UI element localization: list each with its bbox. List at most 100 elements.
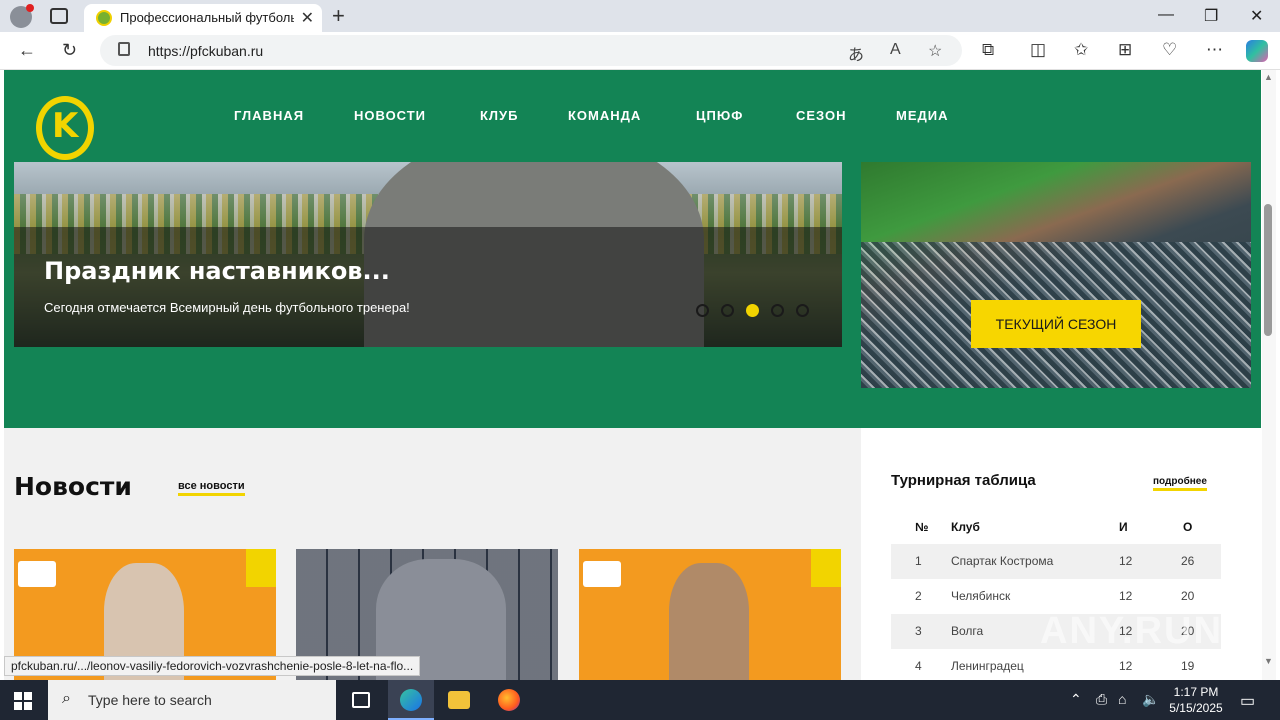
task-view-button[interactable] bbox=[338, 680, 384, 720]
row-club: Челябинск bbox=[951, 589, 1011, 603]
taskbar-firefox[interactable] bbox=[486, 680, 532, 720]
slide-subtitle: Сегодня отмечается Всемирный день футбол… bbox=[44, 300, 410, 315]
taskbar-file-explorer[interactable] bbox=[436, 680, 482, 720]
new-tab-button[interactable]: + bbox=[332, 3, 345, 29]
maximize-button[interactable]: ❐ bbox=[1204, 6, 1218, 26]
col-points: О bbox=[1183, 520, 1193, 534]
favicon-icon bbox=[96, 10, 112, 26]
row-club: Ленинградец bbox=[951, 659, 1024, 673]
col-rank: № bbox=[915, 520, 929, 534]
slide-headline[interactable]: Праздник наставников... bbox=[44, 257, 390, 285]
volume-icon[interactable]: 🔈 bbox=[1142, 691, 1159, 708]
standings-title: Турнирная таблица bbox=[891, 472, 1036, 489]
all-news-link[interactable]: все новости bbox=[178, 480, 245, 496]
table-row[interactable]: 2 Челябинск 12 20 bbox=[891, 579, 1221, 614]
address-bar[interactable]: https://pfckuban.ru あ A ☆ bbox=[100, 35, 962, 66]
row-rank: 2 bbox=[915, 589, 922, 603]
refresh-icon[interactable]: ↻ bbox=[62, 40, 77, 61]
notifications-icon[interactable]: ▭ bbox=[1240, 691, 1255, 711]
slider-dot-5[interactable] bbox=[796, 304, 809, 317]
windows-start-icon[interactable] bbox=[14, 692, 32, 710]
row-rank: 1 bbox=[915, 554, 922, 568]
windows-taskbar: ⌕ Type here to search ⌃ ⎙ ⌂ 🔈 1:17 PM 5/… bbox=[0, 680, 1280, 720]
season-banner[interactable]: ТЕКУЩИЙ СЕЗОН bbox=[861, 162, 1251, 388]
read-aloud-icon[interactable]: A bbox=[890, 41, 901, 59]
clock-date: 5/15/2025 bbox=[1169, 701, 1223, 715]
nav-news[interactable]: НОВОСТИ bbox=[354, 108, 426, 123]
news-card-3[interactable] bbox=[579, 549, 841, 680]
slider-dot-2[interactable] bbox=[721, 304, 734, 317]
scroll-down-icon[interactable]: ▼ bbox=[1264, 656, 1273, 666]
translate-icon[interactable]: あ bbox=[848, 41, 864, 65]
tab-close-icon[interactable]: ✕ bbox=[301, 8, 314, 28]
scrollbar-thumb[interactable] bbox=[1264, 204, 1272, 336]
news-slider[interactable]: Праздник наставников... Сегодня отмечает… bbox=[14, 162, 842, 347]
nav-home[interactable]: ГЛАВНАЯ bbox=[234, 108, 304, 123]
nav-academy[interactable]: ЦПЮФ bbox=[696, 108, 743, 123]
current-season-button[interactable]: ТЕКУЩИЙ СЕЗОН bbox=[971, 300, 1141, 348]
row-club: Волга bbox=[951, 624, 984, 638]
taskbar-edge[interactable] bbox=[388, 680, 434, 720]
edge-icon bbox=[400, 689, 422, 711]
web-page: K ГЛАВНАЯ НОВОСТИ КЛУБ КОМАНДА ЦПЮФ СЕЗО… bbox=[4, 70, 1261, 680]
table-row[interactable]: 1 Спартак Кострома 12 26 bbox=[891, 544, 1221, 579]
notification-dot bbox=[26, 4, 34, 12]
nav-media[interactable]: МЕДИА bbox=[896, 108, 949, 123]
anyrun-watermark: ANY.RUN bbox=[1040, 610, 1223, 652]
browser-essentials-icon[interactable]: ♡ bbox=[1162, 40, 1177, 60]
link-status-tooltip: pfckuban.ru/.../leonov-vasiliy-fedorovic… bbox=[4, 656, 421, 676]
news-section: Новости все новости bbox=[4, 428, 861, 680]
browser-tab-bar: Профессиональный футбольный клуб «Кубань… bbox=[0, 0, 1280, 32]
lock-icon[interactable] bbox=[118, 42, 130, 56]
folder-icon bbox=[448, 691, 470, 709]
tray-device-icon[interactable]: ⎙ bbox=[1096, 691, 1107, 708]
copilot-icon[interactable] bbox=[1246, 40, 1268, 62]
settings-more-icon[interactable]: ⋯ bbox=[1206, 40, 1223, 60]
tab-actions-icon[interactable] bbox=[50, 8, 68, 24]
address-toolbar: ← ↻ https://pfckuban.ru あ A ☆ ⧉ ◫ ✩ ⊞ ♡ … bbox=[0, 32, 1280, 70]
slide-overlay bbox=[14, 227, 842, 347]
standings-more-link[interactable]: подробнее bbox=[1153, 476, 1207, 491]
active-tab[interactable]: Профессиональный футбольный клуб «Кубань… bbox=[84, 4, 322, 32]
tray-chevron-icon[interactable]: ⌃ bbox=[1070, 691, 1082, 708]
search-placeholder[interactable]: Type here to search bbox=[88, 692, 212, 708]
page-scrollbar[interactable]: ▲ ▼ bbox=[1262, 70, 1276, 680]
standings-header: № Клуб И О bbox=[891, 520, 1221, 544]
row-points: 26 bbox=[1181, 554, 1195, 568]
slider-dot-4[interactable] bbox=[771, 304, 784, 317]
row-games: 12 bbox=[1119, 554, 1133, 568]
taskbar-clock[interactable]: 1:17 PM 5/15/2025 bbox=[1166, 684, 1226, 716]
task-view-icon bbox=[352, 692, 370, 708]
nav-season[interactable]: СЕЗОН bbox=[796, 108, 847, 123]
col-club: Клуб bbox=[951, 520, 980, 534]
row-rank: 4 bbox=[915, 659, 922, 673]
row-games: 12 bbox=[1119, 659, 1133, 673]
back-icon[interactable]: ← bbox=[18, 40, 36, 61]
news-photo bbox=[669, 563, 749, 680]
close-window-button[interactable]: ✕ bbox=[1250, 6, 1263, 26]
scroll-up-icon[interactable]: ▲ bbox=[1264, 72, 1273, 82]
favorite-star-icon[interactable]: ☆ bbox=[928, 41, 942, 61]
slider-dot-3[interactable] bbox=[746, 304, 759, 317]
minimize-button[interactable]: — bbox=[1158, 6, 1174, 24]
network-icon[interactable]: ⌂ bbox=[1118, 691, 1126, 707]
url-text[interactable]: https://pfckuban.ru bbox=[148, 43, 263, 59]
table-row[interactable]: 4 Ленинградец 12 19 bbox=[891, 649, 1221, 680]
sponsor-badge bbox=[583, 561, 621, 587]
favorites-icon[interactable]: ✩ bbox=[1074, 40, 1088, 60]
search-icon: ⌕ bbox=[62, 690, 71, 707]
firefox-icon bbox=[498, 689, 520, 711]
profile-icon[interactable] bbox=[10, 4, 34, 28]
nav-team[interactable]: КОМАНДА bbox=[568, 108, 641, 123]
slider-dot-1[interactable] bbox=[696, 304, 709, 317]
col-games: И bbox=[1119, 520, 1128, 534]
extensions-icon[interactable]: ⧉ bbox=[982, 40, 994, 60]
collections-icon[interactable]: ⊞ bbox=[1118, 40, 1132, 60]
split-screen-icon[interactable]: ◫ bbox=[1030, 40, 1046, 60]
row-club: Спартак Кострома bbox=[951, 554, 1054, 568]
nav-club[interactable]: КЛУБ bbox=[480, 108, 519, 123]
club-logo[interactable]: K bbox=[36, 96, 94, 160]
hero-area: Праздник наставников... Сегодня отмечает… bbox=[4, 162, 1261, 428]
taskbar-search[interactable]: ⌕ Type here to search bbox=[48, 680, 336, 720]
row-points: 19 bbox=[1181, 659, 1195, 673]
